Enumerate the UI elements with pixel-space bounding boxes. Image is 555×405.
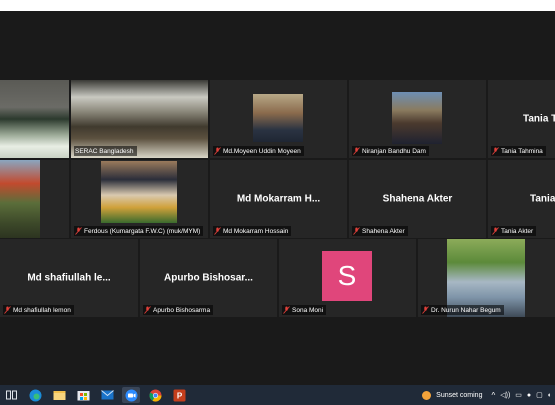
video-tile-md-shafiullah[interactable]: Md shafiullah le... Md shafiullah lemon: [0, 239, 138, 317]
participant-photo: [392, 92, 442, 144]
participant-display-name: Md Mokarram H...: [236, 193, 321, 205]
participant-label: Tania Akter: [491, 226, 537, 236]
windows-taskbar: P Sunset coming ^ ◁)) ▭ ● ▢ ◐: [0, 385, 555, 405]
chevron-up-icon[interactable]: ^: [491, 391, 495, 400]
participant-label: Niranjan Bandhu Dam: [352, 146, 429, 156]
muted-mic-icon: [214, 147, 221, 155]
participant-display-name: Shahena Akter: [382, 193, 453, 205]
onedrive-icon[interactable]: ▭: [515, 391, 522, 399]
participant-display-name: Apurbo Bishosar...: [164, 272, 253, 284]
avatar: S: [322, 251, 372, 301]
participant-label: SERAC Bangladesh: [74, 146, 137, 156]
mail-icon[interactable]: [98, 387, 116, 403]
microphone-icon[interactable]: ●: [527, 392, 531, 399]
video-tile-dr-nurun-nahar[interactable]: Dr. Nurun Nahar Begum: [418, 239, 555, 317]
video-tile-tania-akter[interactable]: Tania Tania Akter: [488, 160, 555, 238]
system-tray: Sunset coming ^ ◁)) ▭ ● ▢ ◐: [422, 385, 555, 405]
file-explorer-icon[interactable]: [50, 387, 68, 403]
video-tile-md-moyeen[interactable]: Md.Moyeen Uddin Moyeen: [210, 80, 347, 158]
weather-text[interactable]: Sunset coming: [436, 392, 482, 399]
video-tile-niranjan[interactable]: Niranjan Bandhu Dam: [349, 80, 486, 158]
participant-label: Md Mokarram Hossain: [213, 226, 292, 236]
svg-text:P: P: [176, 391, 182, 400]
video-tile-md-mokarram[interactable]: Md Mokarram H... Md Mokarram Hossain: [210, 160, 347, 238]
video-tile-shahena-akter[interactable]: Shahena Akter Shahena Akter: [349, 160, 486, 238]
muted-mic-icon: [4, 306, 11, 314]
participant-video: [0, 80, 69, 158]
participant-label: Dr. Nurun Nahar Begum: [421, 305, 504, 315]
muted-mic-icon: [422, 306, 429, 314]
video-tile-apurbo[interactable]: Apurbo Bishosar... Apurbo Bishosarma: [140, 239, 277, 317]
muted-mic-icon: [492, 147, 499, 155]
participant-video: [0, 160, 40, 238]
volume-icon[interactable]: ◁)): [500, 391, 510, 399]
zoom-icon[interactable]: [122, 387, 140, 403]
video-tile-partial-left[interactable]: [0, 80, 69, 158]
edge-icon[interactable]: [26, 387, 44, 403]
powerpoint-icon[interactable]: P: [170, 387, 188, 403]
participant-photo: [101, 161, 177, 223]
weather-sun-icon: [422, 390, 432, 400]
video-tile-sona-moni[interactable]: S Sona Moni: [279, 239, 416, 317]
video-tile-partial-left-2[interactable]: [0, 160, 69, 238]
participant-label: Md.Moyeen Uddin Moyeen: [213, 146, 304, 156]
store-icon[interactable]: [74, 387, 92, 403]
muted-mic-icon: [353, 227, 360, 235]
muted-mic-icon: [283, 306, 290, 314]
video-tile-ferdous[interactable]: Ferdous (Kumargata F.W.C) (muk/MYM): [71, 160, 208, 238]
video-tile-tania-tahmina[interactable]: Tania Ta Tania Tahmina: [488, 80, 555, 158]
participant-label: Tania Tahmina: [491, 146, 546, 156]
participant-display-name: Tania: [530, 193, 555, 205]
muted-mic-icon: [353, 147, 360, 155]
task-view-icon[interactable]: [2, 387, 20, 403]
muted-mic-icon: [75, 227, 82, 235]
participant-label: Shahena Akter: [352, 226, 408, 236]
muted-mic-icon: [144, 306, 151, 314]
participant-display-name: Md shafiullah le...: [27, 272, 111, 284]
participant-label: Apurbo Bishosarma: [143, 305, 214, 315]
window-top-strip: [0, 0, 555, 11]
muted-mic-icon: [492, 227, 499, 235]
chrome-icon[interactable]: [146, 387, 164, 403]
participant-photo: [253, 94, 303, 142]
video-gallery: SERAC Bangladesh Md.Moyeen Uddin Moyeen …: [0, 11, 555, 385]
video-tile-serac-bangladesh[interactable]: SERAC Bangladesh: [71, 80, 208, 158]
participant-label: Md shafiullah lemon: [3, 305, 74, 315]
participant-display-name: Tania Ta: [523, 113, 555, 125]
participant-label: Sona Moni: [282, 305, 327, 315]
participant-label: Ferdous (Kumargata F.W.C) (muk/MYM): [74, 226, 204, 236]
muted-mic-icon: [214, 227, 221, 235]
network-icon[interactable]: ▢: [536, 391, 543, 399]
notification-icon[interactable]: ◐: [548, 392, 552, 399]
